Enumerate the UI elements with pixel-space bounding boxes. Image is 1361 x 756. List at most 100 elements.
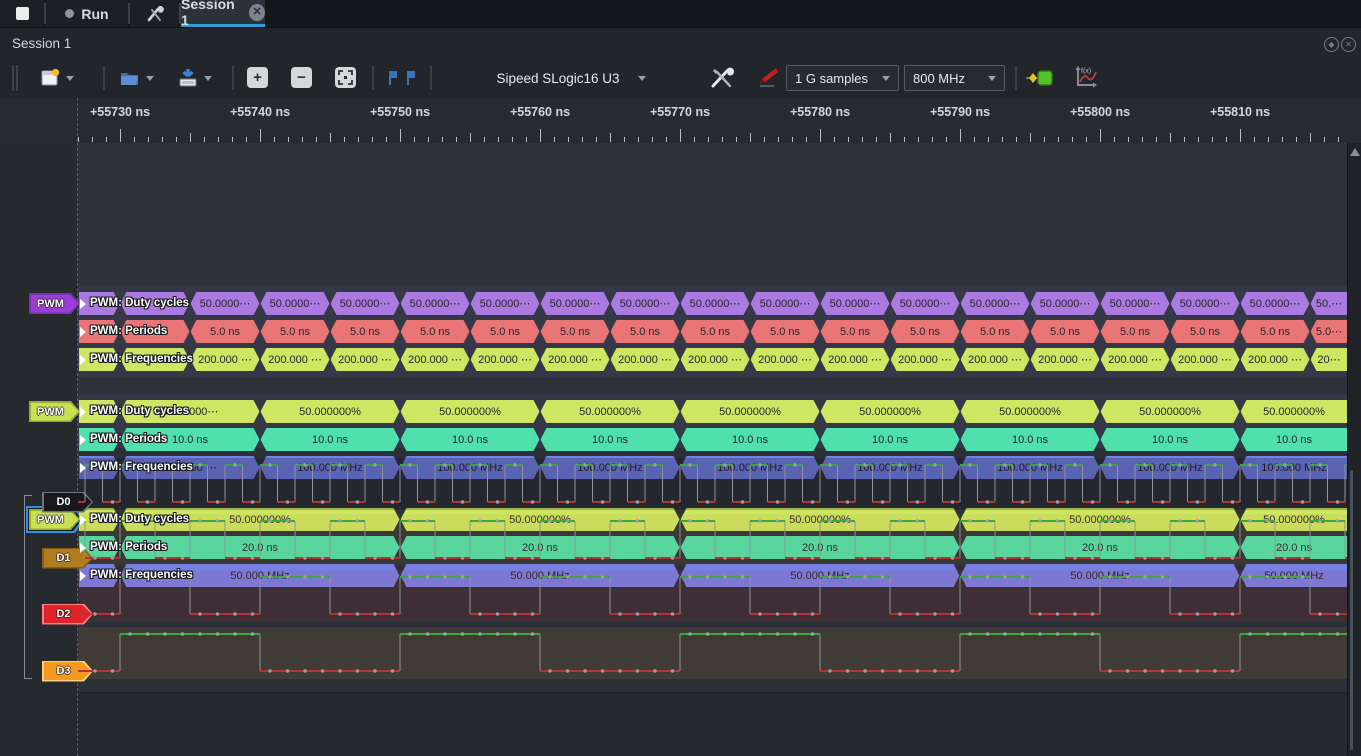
- annotation-block[interactable]: 5.0 ns: [1171, 320, 1240, 343]
- annotation-block[interactable]: 50.0000⋯: [821, 292, 890, 315]
- annotation-block[interactable]: 50.0000⋯: [961, 292, 1030, 315]
- annotation-block[interactable]: 50.0000⋯: [681, 292, 750, 315]
- decoder-row-label[interactable]: PWM: Periods: [90, 433, 167, 445]
- annotation-block[interactable]: 5.0 ns: [891, 320, 960, 343]
- annotation-block[interactable]: 200.000 ⋯: [1241, 348, 1310, 371]
- annotation-block[interactable]: 200.000 ⋯: [961, 348, 1030, 371]
- dock-float-icon[interactable]: ◆: [1324, 37, 1339, 52]
- decoder-row-label[interactable]: PWM: Duty cycles: [90, 513, 189, 525]
- sample-count-selector[interactable]: 1 G samples: [786, 65, 899, 91]
- annotation-block[interactable]: 5.0⋯: [1310, 320, 1348, 343]
- time-ruler[interactable]: +55730 ns +55740 ns +55750 ns +55760 ns +557…: [0, 98, 1361, 144]
- decoder-row[interactable]: 200.000 ⋯ 200.000 ⋯ 200.000 ⋯ 200.000 ⋯ 200.…: [78, 348, 1348, 371]
- tab-session-1[interactable]: Session 1 ✕: [181, 0, 265, 28]
- decoder-row-label[interactable]: PWM: Duty cycles: [90, 297, 189, 309]
- annotation-block[interactable]: 200.000 ⋯: [1031, 348, 1100, 371]
- annotation-block[interactable]: 10.0 ns: [401, 428, 540, 451]
- annotation-block[interactable]: 50.0000⋯: [261, 292, 330, 315]
- annotation-block[interactable]: 10.0 ns: [961, 428, 1100, 451]
- annotation-block[interactable]: 200.000 ⋯: [331, 348, 400, 371]
- annotation-block[interactable]: 5.0 ns: [261, 320, 330, 343]
- toolbar-grip[interactable]: [16, 65, 18, 91]
- settings-button[interactable]: [130, 0, 179, 27]
- decoder-row[interactable]: 50.00000⋯ 50.000000% 50.000000% 50.000000% 5…: [78, 400, 1348, 423]
- annotation-block[interactable]: 5.0 ns: [681, 320, 750, 343]
- row-expand-icon[interactable]: [80, 462, 86, 473]
- annotation-block[interactable]: 5.0 ns: [1241, 320, 1310, 343]
- toolbar-grip[interactable]: [12, 65, 14, 91]
- annotation-block[interactable]: 5.0 ns: [471, 320, 540, 343]
- trace-view[interactable]: PWM 50.0000⋯ 50.0000⋯ 50.0000⋯ 50.0000⋯ 50.00…: [0, 98, 1361, 756]
- annotation-block[interactable]: 5.0 ns: [611, 320, 680, 343]
- annotation-block[interactable]: 50.0000⋯: [331, 292, 400, 315]
- decoder-row-label[interactable]: PWM: Frequencies: [90, 569, 193, 581]
- stop-button[interactable]: [0, 0, 44, 27]
- annotation-block[interactable]: 5.0 ns: [191, 320, 260, 343]
- annotation-block[interactable]: 10.0 ns: [261, 428, 400, 451]
- add-decoder-button[interactable]: [1024, 62, 1056, 94]
- annotation-block[interactable]: 50.0000⋯: [891, 292, 960, 315]
- annotation-block[interactable]: 200.000 ⋯: [891, 348, 960, 371]
- add-math-signal-button[interactable]: f(x): [1072, 62, 1100, 94]
- annotation-block[interactable]: 5.0 ns: [401, 320, 470, 343]
- row-expand-icon[interactable]: [80, 326, 86, 337]
- zoom-out-button[interactable]: −: [291, 67, 312, 88]
- decoder-row[interactable]: ⋯ 5.0 ns 5.0 ns 5.0 ns 5.0 ns 5.0 ns 5.0 ns 5.0…: [78, 320, 1348, 343]
- annotation-block[interactable]: 5.0 ns: [961, 320, 1030, 343]
- annotation-block[interactable]: 200.000 ⋯: [611, 348, 680, 371]
- annotation-block[interactable]: 50.000000%: [401, 400, 540, 423]
- annotation-block[interactable]: 50.0000⋯: [611, 292, 680, 315]
- decoder-row-label[interactable]: PWM: Frequencies: [90, 353, 193, 365]
- decoder-tag-pwm-2[interactable]: PWM: [31, 511, 79, 529]
- annotation-block[interactable]: 200.000 ⋯: [471, 348, 540, 371]
- row-expand-icon[interactable]: [80, 298, 86, 309]
- close-session-icon[interactable]: ✕: [249, 3, 265, 21]
- run-button[interactable]: Run: [46, 0, 128, 27]
- annotation-block[interactable]: 5.0 ns: [1101, 320, 1170, 343]
- decoder-row-label[interactable]: PWM: Frequencies: [90, 461, 193, 473]
- annotation-block[interactable]: 50.000000%: [261, 400, 400, 423]
- annotation-block[interactable]: 5.0 ns: [1031, 320, 1100, 343]
- annotation-block[interactable]: 50.0000⋯: [1031, 292, 1100, 315]
- annotation-block[interactable]: 5.0 ns: [331, 320, 400, 343]
- row-expand-icon[interactable]: [80, 542, 86, 553]
- annotation-block[interactable]: 50.⋯: [1310, 292, 1348, 315]
- annotation-block[interactable]: 50.0000⋯: [1101, 292, 1170, 315]
- waveform-d2[interactable]: [78, 571, 1348, 621]
- annotation-block[interactable]: 10.0 ns: [821, 428, 960, 451]
- decoder-tag-pwm-0[interactable]: PWM: [31, 295, 79, 313]
- annotation-block[interactable]: 200.000 ⋯: [681, 348, 750, 371]
- annotation-block[interactable]: 50.000000%: [541, 400, 680, 423]
- annotation-block[interactable]: 50.000000%: [1101, 400, 1240, 423]
- annotation-block[interactable]: 10.0 ns: [1240, 428, 1348, 451]
- annotation-block[interactable]: 50.000000%: [1240, 400, 1348, 423]
- annotation-block[interactable]: 200.000 ⋯: [821, 348, 890, 371]
- annotation-block[interactable]: 50.0000⋯: [751, 292, 820, 315]
- device-selector[interactable]: Sipeed SLogic16 U3: [440, 65, 702, 91]
- decoder-row[interactable]: 50.0000⋯ 50.0000⋯ 50.0000⋯ 50.0000⋯ 50.0000⋯…: [78, 292, 1348, 315]
- row-expand-icon[interactable]: [80, 514, 86, 525]
- waveform-d1[interactable]: [78, 515, 1348, 565]
- decoder-row[interactable]: 10.0 ns 10.0 ns 10.0 ns 10.0 ns 10.0 ns 10.0 …: [78, 428, 1348, 451]
- device-config-button[interactable]: [708, 62, 736, 94]
- decoder-row-label[interactable]: PWM: Periods: [90, 325, 167, 337]
- new-session-button[interactable]: [38, 62, 74, 94]
- scroll-up-icon[interactable]: [1350, 148, 1360, 156]
- scrollbar-thumb[interactable]: [1350, 470, 1353, 750]
- annotation-block[interactable]: 50.000000%: [961, 400, 1100, 423]
- annotation-block[interactable]: 50.0000⋯: [1241, 292, 1310, 315]
- annotation-block[interactable]: 10.0 ns: [541, 428, 680, 451]
- annotation-block[interactable]: 5.0 ns: [821, 320, 890, 343]
- annotation-block[interactable]: 200.000 ⋯: [191, 348, 260, 371]
- row-expand-icon[interactable]: [80, 406, 86, 417]
- annotation-block[interactable]: 20⋯: [1310, 348, 1348, 371]
- sample-rate-selector[interactable]: 800 MHz: [904, 65, 1005, 91]
- save-file-button[interactable]: [176, 62, 212, 94]
- annotation-block[interactable]: 50.0000⋯: [401, 292, 470, 315]
- annotation-block[interactable]: 10.0 ns: [1101, 428, 1240, 451]
- decoder-row-label[interactable]: PWM: Periods: [90, 541, 167, 553]
- annotation-block[interactable]: 5.0 ns: [751, 320, 820, 343]
- decoder-row-label[interactable]: PWM: Duty cycles: [90, 405, 189, 417]
- row-expand-icon[interactable]: [80, 570, 86, 581]
- configure-channels-button[interactable]: [752, 62, 780, 94]
